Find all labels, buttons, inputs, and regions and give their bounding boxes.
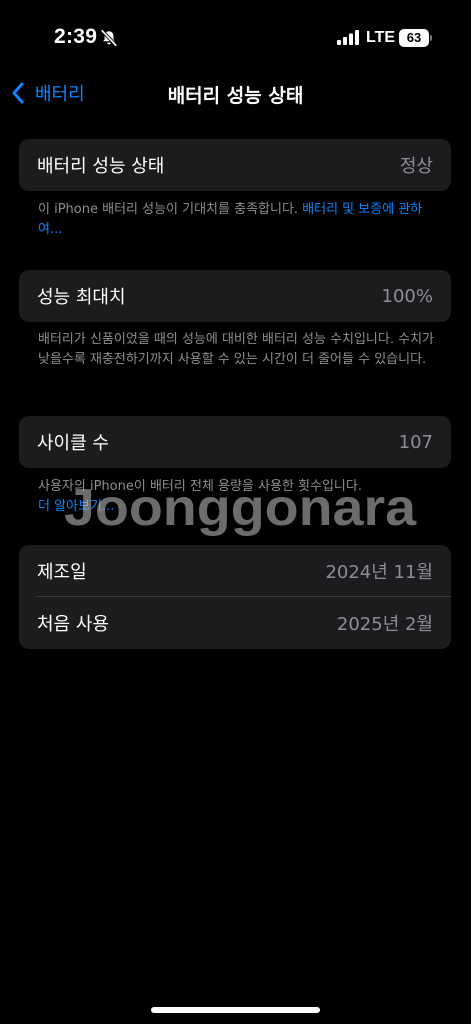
- battery-health-group: 배터리 성능 상태 정상: [19, 139, 451, 191]
- manufacture-date-value: 2024년 11월: [325, 562, 433, 583]
- maximum-capacity-group: 성능 최대치 100%: [19, 270, 451, 322]
- cycle-count-value: 107: [398, 431, 433, 453]
- battery-icon: 63: [399, 29, 429, 47]
- navigation-bar: 배터리 배터리 성능 상태: [0, 72, 471, 116]
- cycle-count-footnote: 사용자의 iPhone이 배터리 전체 용량을 사용한 횟수입니다. 더 알아보…: [38, 477, 438, 517]
- page-title: 배터리 성능 상태: [167, 85, 304, 107]
- manufacture-date-label: 제조일: [37, 562, 87, 583]
- cycle-count-row: 사이클 수 107: [19, 416, 451, 468]
- network-type: LTE: [366, 29, 396, 46]
- battery-health-footnote-text: 이 iPhone 배터리 성능이 기대치를 충족합니다.: [38, 202, 303, 217]
- cycle-count-label: 사이클 수: [37, 433, 109, 454]
- battery-health-row: 배터리 성능 상태 정상: [19, 139, 451, 191]
- first-use-label: 처음 사용: [37, 614, 109, 635]
- maximum-capacity-row: 성능 최대치 100%: [19, 270, 451, 322]
- home-indicator[interactable]: [151, 1007, 320, 1013]
- cycle-count-group: 사이클 수 107: [19, 416, 451, 468]
- dates-group: 제조일 2024년 11월 처음 사용 2025년 2월: [19, 545, 451, 649]
- maximum-capacity-footnote: 배터리가 신품이었을 때의 성능에 대비한 배터리 성능 수치입니다. 수치가 …: [38, 332, 434, 367]
- status-time: 2:39: [54, 25, 98, 48]
- learn-more-link[interactable]: 더 알아보기...: [38, 497, 438, 517]
- maximum-capacity-label: 성능 최대치: [37, 287, 126, 308]
- battery-health-label: 배터리 성능 상태: [37, 156, 165, 177]
- first-use-row: 처음 사용 2025년 2월: [19, 597, 451, 649]
- battery-health-footnote: 이 iPhone 배터리 성능이 기대치를 충족합니다. 배터리 및 보증에 관…: [38, 200, 438, 240]
- maximum-capacity-value: 100%: [381, 285, 433, 307]
- cycle-count-footnote-text: 사용자의 iPhone이 배터리 전체 용량을 사용한 횟수입니다.: [38, 479, 362, 494]
- first-use-value: 2025년 2월: [336, 614, 433, 635]
- status-bar: 2:39 LTE 63: [0, 0, 471, 78]
- manufacture-date-row: 제조일 2024년 11월: [19, 545, 451, 597]
- bell-slash-icon: [100, 29, 118, 47]
- battery-nub: [430, 35, 432, 41]
- battery-health-value: 정상: [399, 156, 433, 177]
- cellular-signal-icon: [337, 30, 359, 45]
